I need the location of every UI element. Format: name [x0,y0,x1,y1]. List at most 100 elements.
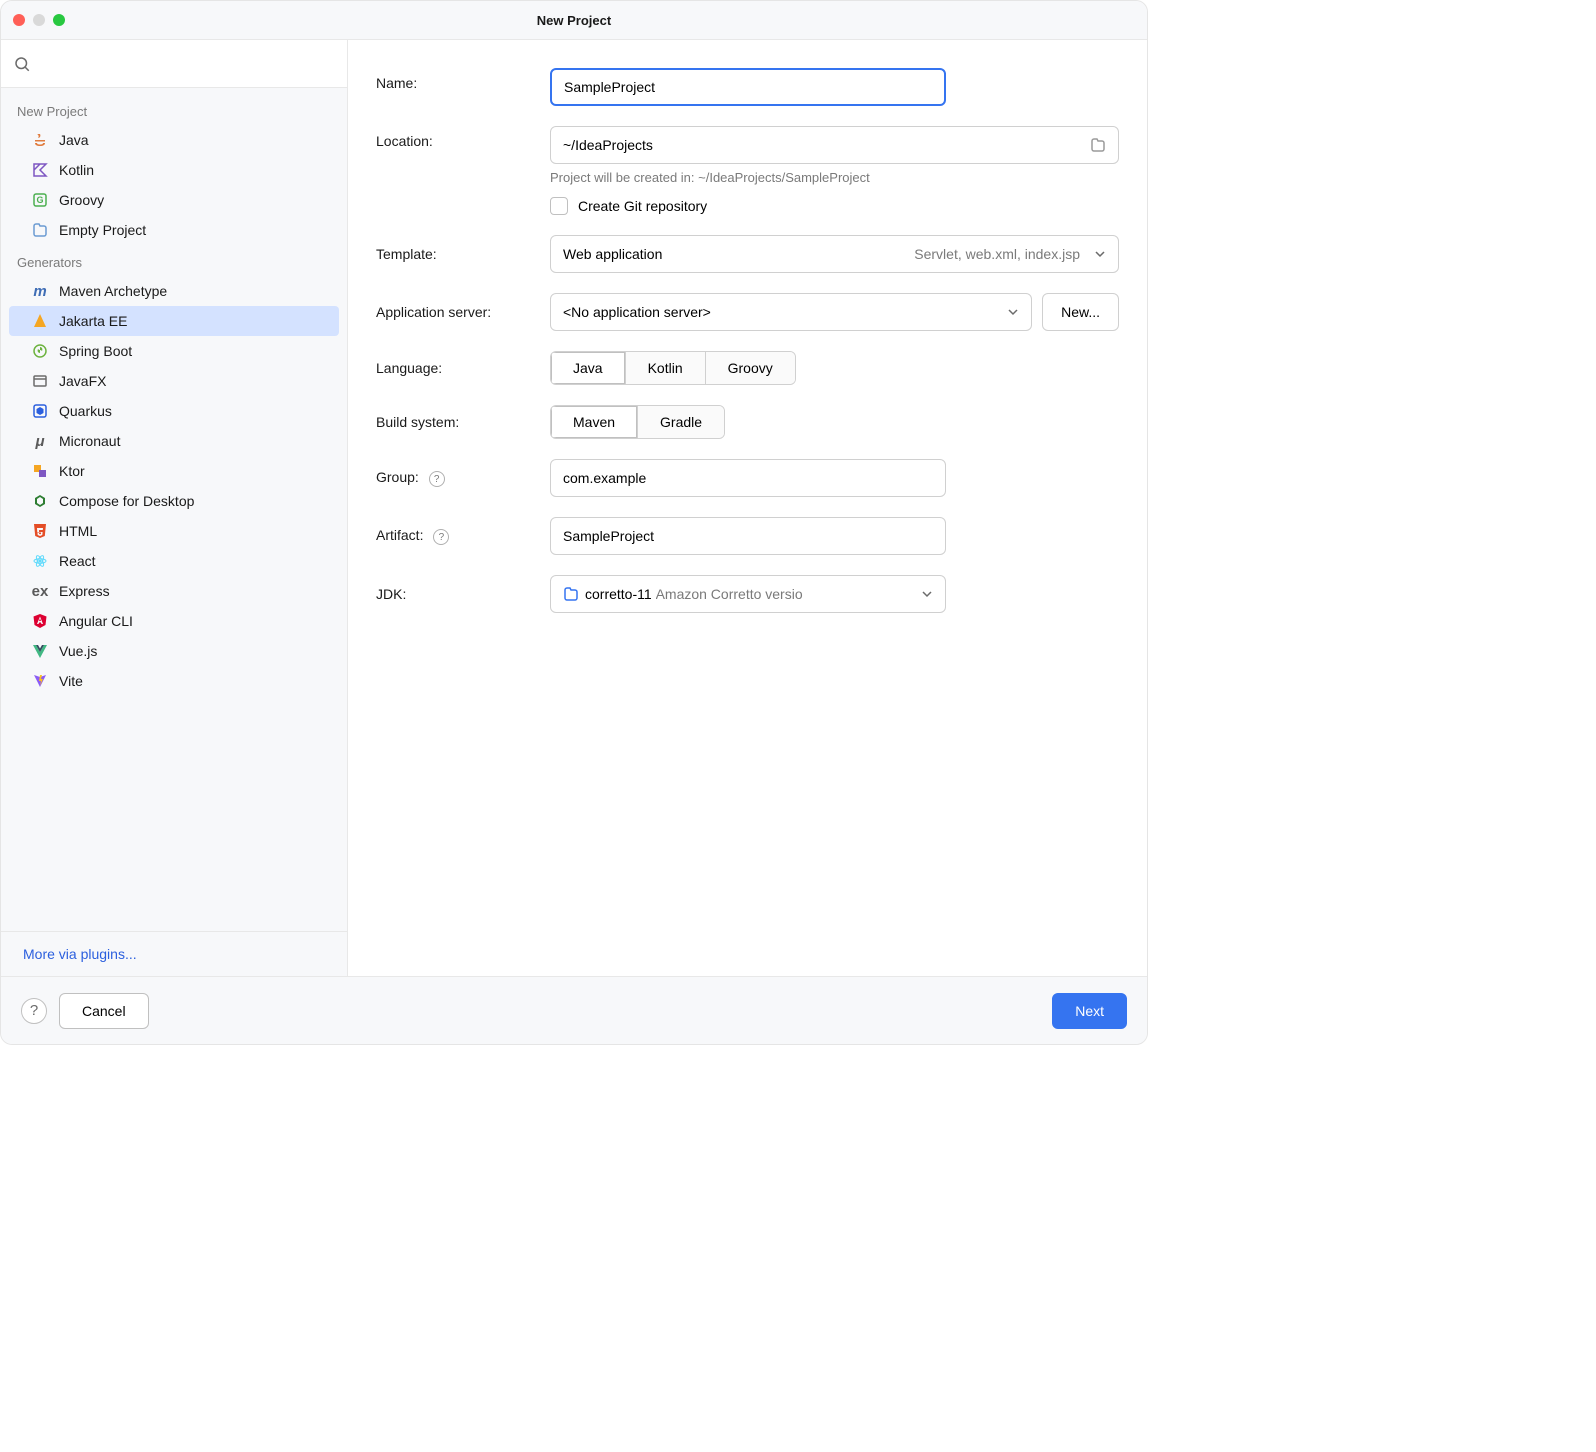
next-button[interactable]: Next [1052,993,1127,1029]
sidebar-item-label: Spring Boot [59,343,132,359]
help-button[interactable]: ? [21,998,47,1024]
jdk-value: corretto-11 Amazon Corretto versio [563,586,913,602]
ktor-icon [31,462,49,480]
language-label: Language: [376,360,550,376]
appserver-dropdown[interactable]: <No application server> [550,293,1032,331]
sidebar-item-label: Groovy [59,192,104,208]
jdk-dropdown[interactable]: corretto-11 Amazon Corretto versio [550,575,946,613]
sidebar-item-label: Quarkus [59,403,112,419]
micronaut-icon: μ [31,432,49,450]
vite-icon [31,672,49,690]
appserver-value: <No application server> [563,304,999,320]
sidebar-item-jakarta-ee[interactable]: Jakarta EE [9,306,339,336]
sidebar-item-empty-project[interactable]: Empty Project [9,215,339,245]
section-header-new-project: New Project [1,94,347,125]
svg-text:G: G [36,195,43,205]
sidebar-item-label: Maven Archetype [59,283,167,299]
sidebar-item-label: Empty Project [59,222,146,238]
sidebar-item-label: Vite [59,673,83,689]
sidebar-item-kotlin[interactable]: Kotlin [9,155,339,185]
compose-icon [31,492,49,510]
sidebar-item-react[interactable]: React [9,546,339,576]
sidebar: New Project Java Kotlin G [1,40,348,976]
appserver-label: Application server: [376,304,550,320]
sidebar-item-express[interactable]: ex Express [9,576,339,606]
maven-icon: m [31,282,49,300]
sidebar-item-vite[interactable]: Vite [9,666,339,696]
empty-project-icon [31,221,49,239]
window-minimize-button[interactable] [33,14,45,26]
angular-icon [31,612,49,630]
titlebar: New Project [1,1,1147,40]
express-icon: ex [31,582,49,600]
artifact-input[interactable] [550,517,946,555]
sidebar-item-ktor[interactable]: Ktor [9,456,339,486]
location-value: ~/IdeaProjects [563,137,1082,153]
sidebar-item-micronaut[interactable]: μ Micronaut [9,426,339,456]
main-form: Name: Location: ~/IdeaProjects Project w… [348,40,1147,976]
git-checkbox[interactable] [550,197,568,215]
sidebar-item-vue[interactable]: Vue.js [9,636,339,666]
template-label: Template: [376,246,550,262]
sidebar-item-label: React [59,553,96,569]
language-option-groovy[interactable]: Groovy [706,352,795,384]
sidebar-scroll: New Project Java Kotlin G [1,88,347,931]
group-label: Group: ? [376,469,550,488]
template-value: Web application [563,246,906,262]
language-option-kotlin[interactable]: Kotlin [626,352,706,384]
sidebar-item-html[interactable]: HTML [9,516,339,546]
search-wrap [1,40,347,88]
chevron-down-icon [921,588,933,600]
sidebar-item-label: Jakarta EE [59,313,127,329]
appserver-new-button[interactable]: New... [1042,293,1119,331]
location-input[interactable]: ~/IdeaProjects [550,126,1119,164]
sidebar-item-label: HTML [59,523,97,539]
window-close-button[interactable] [13,14,25,26]
template-dropdown[interactable]: Web application Servlet, web.xml, index.… [550,235,1119,273]
sidebar-item-label: Express [59,583,110,599]
buildsystem-label: Build system: [376,414,550,430]
jdk-folder-icon [563,586,579,602]
sidebar-item-spring-boot[interactable]: Spring Boot [9,336,339,366]
sidebar-item-label: Compose for Desktop [59,493,194,509]
group-input[interactable] [550,459,946,497]
more-via-plugins-link[interactable]: More via plugins... [1,931,347,976]
sidebar-item-angular[interactable]: Angular CLI [9,606,339,636]
name-label: Name: [376,68,550,91]
sidebar-item-label: Micronaut [59,433,120,449]
template-secondary: Servlet, web.xml, index.jsp [914,246,1080,262]
location-hint: Project will be created in: ~/IdeaProjec… [550,170,1119,185]
sidebar-item-compose[interactable]: Compose for Desktop [9,486,339,516]
chevron-down-icon [1094,248,1106,260]
search-input[interactable] [37,56,335,72]
sidebar-item-quarkus[interactable]: Quarkus [9,396,339,426]
cancel-button[interactable]: Cancel [59,993,149,1029]
java-icon [31,131,49,149]
dialog-body: New Project Java Kotlin G [1,40,1147,976]
sidebar-item-maven-archetype[interactable]: m Maven Archetype [9,276,339,306]
git-label: Create Git repository [578,198,707,214]
sidebar-item-javafx[interactable]: JavaFX [9,366,339,396]
buildsystem-segment-group: Maven Gradle [550,405,725,439]
sidebar-item-java[interactable]: Java [9,125,339,155]
quarkus-icon [31,402,49,420]
language-option-java[interactable]: Java [551,352,626,384]
jakarta-icon [31,312,49,330]
group-help-icon[interactable]: ? [429,471,445,487]
sidebar-item-label: Vue.js [59,643,97,659]
kotlin-icon [31,161,49,179]
buildsystem-option-maven[interactable]: Maven [551,406,638,438]
footer: ? Cancel Next [1,976,1147,1044]
vue-icon [31,642,49,660]
name-input[interactable] [550,68,946,106]
sidebar-item-groovy[interactable]: G Groovy [9,185,339,215]
location-label: Location: [376,126,550,149]
folder-icon [1090,137,1106,153]
sidebar-item-label: Angular CLI [59,613,133,629]
traffic-lights [13,14,65,26]
search-icon [13,55,31,73]
html-icon [31,522,49,540]
buildsystem-option-gradle[interactable]: Gradle [638,406,724,438]
artifact-help-icon[interactable]: ? [433,529,449,545]
window-maximize-button[interactable] [53,14,65,26]
